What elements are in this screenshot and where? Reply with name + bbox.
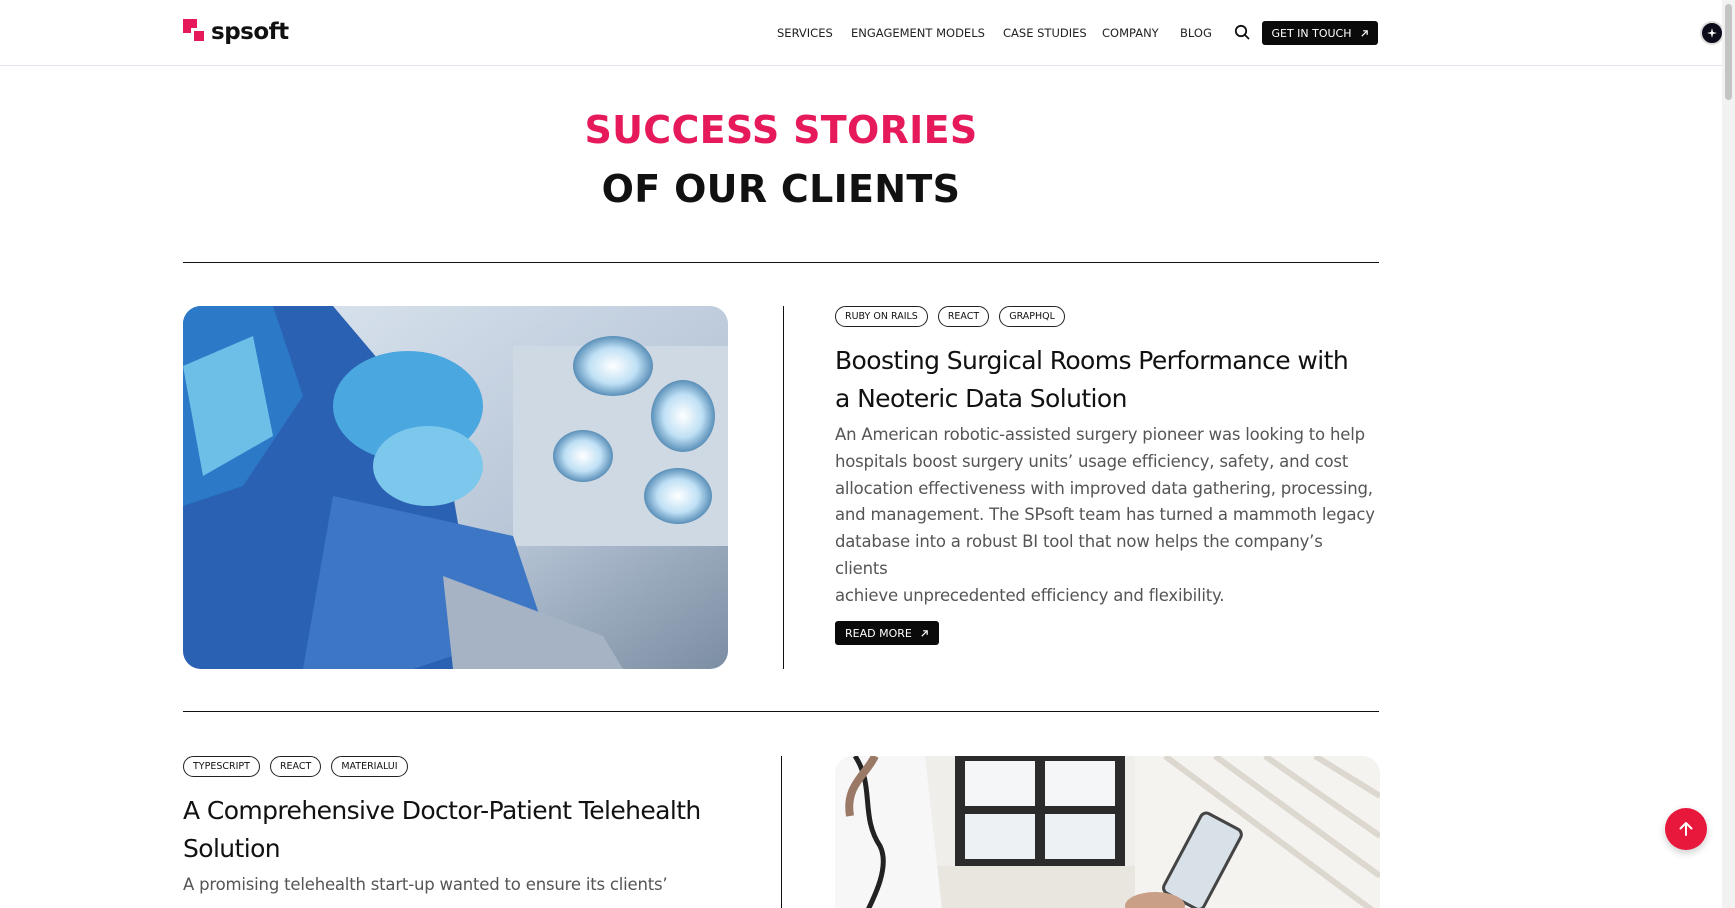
search-icon[interactable]	[1234, 24, 1250, 40]
case-tags: RUBY ON RAILS REACT GRAPHQL	[835, 306, 1065, 327]
case-title-line: Solution	[183, 834, 281, 863]
scroll-to-top-button[interactable]	[1665, 808, 1707, 850]
tag-react[interactable]: REACT	[937, 306, 990, 327]
case-image-surgery[interactable]	[183, 306, 728, 669]
tag-materialui[interactable]: MATERIALUI	[331, 756, 408, 777]
case-desc-line: and management. The SPsoft team has turn…	[835, 505, 1375, 525]
divider	[183, 711, 1379, 712]
logo[interactable]: spsoft	[183, 19, 289, 45]
site-header: spsoft SERVICES ENGAGEMENT MODELS CASE S…	[0, 0, 1735, 66]
tag-ruby-on-rails[interactable]: RUBY ON RAILS	[835, 306, 928, 327]
section-title-highlight: SUCCESS STORIES	[584, 108, 978, 152]
case-description: An American robotic-assisted surgery pio…	[835, 422, 1380, 610]
case-image-doctor-tablet[interactable]	[835, 756, 1380, 908]
case-title[interactable]: A Comprehensive Doctor-Patient Telehealt…	[183, 792, 728, 868]
divider	[183, 262, 1379, 263]
logo-mark-icon	[183, 19, 207, 45]
read-more-label: READ MORE	[845, 626, 912, 640]
nav-item-company[interactable]: COMPANY	[1102, 26, 1159, 40]
get-in-touch-button[interactable]: GET IN TOUCH	[1262, 21, 1378, 45]
get-in-touch-label: GET IN TOUCH	[1271, 26, 1352, 40]
page-scrollbar[interactable]	[1722, 0, 1735, 908]
case-title-line: a Neoteric Data Solution	[835, 384, 1127, 413]
nav-item-case-studies[interactable]: CASE STUDIES	[1003, 26, 1087, 40]
arrow-up-right-icon	[921, 629, 928, 637]
case-desc-line: A promising telehealth start-up wanted t…	[183, 875, 668, 894]
arrow-up-icon	[1679, 822, 1693, 836]
nav-item-services[interactable]: SERVICES	[777, 26, 833, 40]
section-title: OF OUR CLIENTS	[601, 167, 961, 211]
case-description: A promising telehealth start-up wanted t…	[183, 872, 728, 899]
case-desc-line: allocation effectiveness with improved d…	[835, 478, 1373, 498]
theme-toggle-button[interactable]	[1700, 21, 1724, 45]
scrollbar-thumb[interactable]	[1725, 4, 1732, 100]
case-title[interactable]: Boosting Surgical Rooms Performance with…	[835, 342, 1380, 418]
read-more-button[interactable]: READ MORE	[835, 621, 939, 645]
case-desc-line: achieve unprecedented efficiency and fle…	[835, 585, 1225, 605]
nav-item-engagement-models[interactable]: ENGAGEMENT MODELS	[851, 26, 985, 40]
case-tags: TYPESCRIPT REACT MATERIALUI	[183, 756, 408, 777]
case-divider-vertical	[781, 756, 782, 908]
tag-typescript[interactable]: TYPESCRIPT	[183, 756, 260, 777]
case-title-line: Boosting Surgical Rooms Performance with	[835, 346, 1349, 375]
tag-graphql[interactable]: GRAPHQL	[999, 306, 1065, 327]
sparkle-icon	[1707, 28, 1717, 38]
case-divider-vertical	[783, 306, 784, 669]
nav-item-blog[interactable]: BLOG	[1180, 26, 1212, 40]
case-desc-line: database into a robust BI tool that now …	[835, 532, 1323, 578]
arrow-up-right-icon	[1360, 29, 1368, 37]
case-desc-line: hospitals boost surgery units’ usage eff…	[835, 451, 1349, 471]
tag-react[interactable]: REACT	[269, 756, 322, 777]
case-desc-line: An American robotic-assisted surgery pio…	[835, 425, 1365, 444]
logo-text: spsoft	[211, 19, 289, 45]
case-title-line: A Comprehensive Doctor-Patient Telehealt…	[183, 796, 701, 825]
